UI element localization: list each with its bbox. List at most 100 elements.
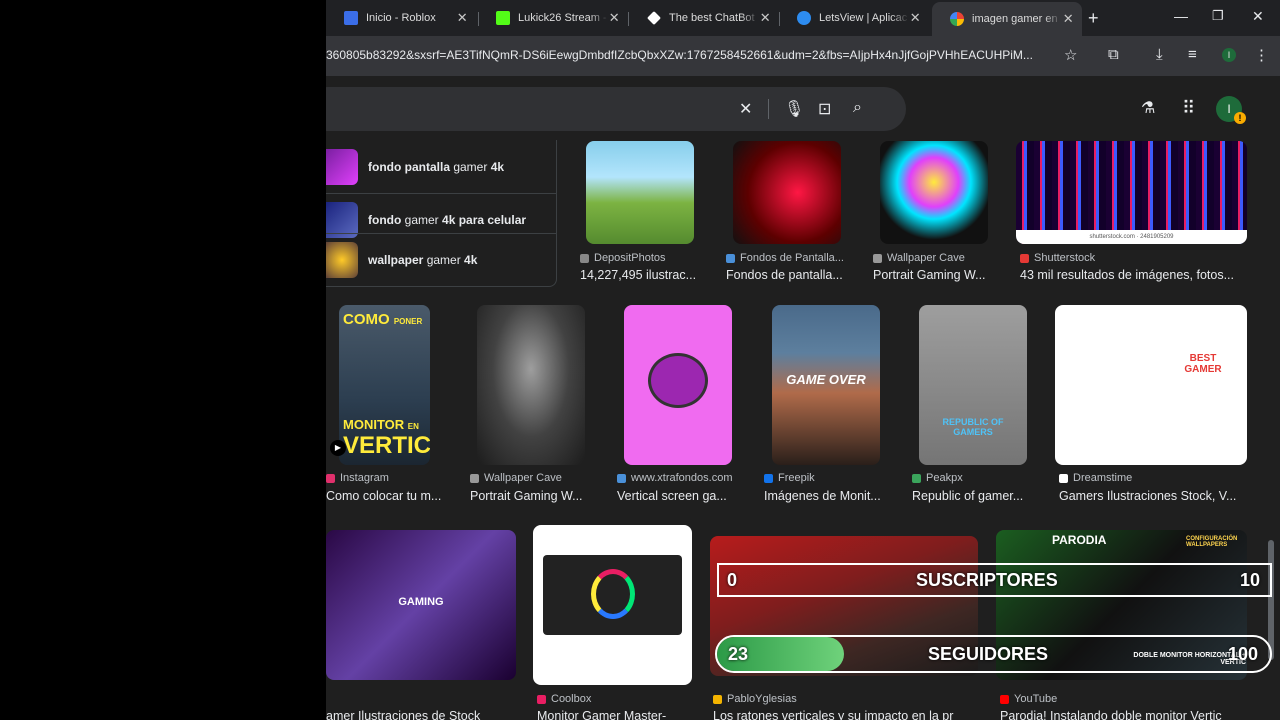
result-source[interactable]: Wallpaper Cave — [873, 252, 965, 264]
tab-google-images[interactable]: imagen gamer en ✕ — [932, 2, 1082, 36]
clear-icon[interactable]: ✕ — [739, 99, 752, 119]
result-source[interactable]: YouTube — [1000, 693, 1057, 705]
result-image[interactable]: REPUBLIC OF GAMERS — [919, 305, 1027, 465]
suggestion-tail: 4k — [464, 253, 478, 267]
source-label: DepositPhotos — [594, 252, 666, 264]
result-source[interactable]: Coolbox — [537, 693, 591, 705]
result-title[interactable]: amer Ilustraciones de Stock — [326, 709, 516, 720]
minimize-icon[interactable]: — — [1174, 8, 1188, 24]
suggestion-mid: gamer — [423, 253, 465, 267]
result-image[interactable] — [624, 305, 732, 465]
result-image[interactable] — [533, 525, 692, 685]
source-label: Instagram — [340, 472, 389, 484]
tab-chatbot[interactable]: The best ChatBot ✕ — [629, 5, 779, 31]
result-source[interactable]: Freepik — [764, 472, 815, 484]
result-image[interactable]: GAME OVER — [772, 305, 880, 465]
result-title[interactable]: Imágenes de Monit... — [764, 489, 888, 503]
source-label: Fondos de Pantalla... — [740, 252, 844, 264]
close-icon[interactable]: ✕ — [909, 10, 921, 26]
source-label: PabloYglesias — [727, 693, 797, 705]
result-image[interactable] — [586, 141, 694, 244]
media-control-icon[interactable]: ≡ — [1188, 46, 1197, 63]
page-scrollbar[interactable] — [1268, 540, 1274, 660]
new-tab-icon[interactable]: + — [1088, 8, 1099, 29]
close-icon[interactable]: ✕ — [759, 10, 771, 26]
result-title[interactable]: Gamers Ilustraciones Stock, V... — [1059, 489, 1251, 503]
result-source[interactable]: www.xtrafondos.com — [617, 472, 732, 484]
profile-icon[interactable]: I — [1222, 48, 1236, 62]
site-favicon — [617, 473, 626, 483]
result-image[interactable]: GAMING — [326, 530, 516, 680]
tab-strip: Inicio - Roblox ✕ Lukick26 Stream - ✕ Th… — [326, 0, 1280, 36]
bookmark-star-icon[interactable]: ☆ — [1064, 46, 1077, 64]
result-title[interactable]: 14,227,495 ilustrac... — [580, 268, 700, 282]
result-title[interactable]: 43 mil resultados de imágenes, fotos... — [1020, 268, 1246, 282]
suggestion-bold: wallpaper — [368, 253, 424, 267]
tab-roblox[interactable]: Inicio - Roblox ✕ — [326, 5, 476, 31]
result-source[interactable]: Wallpaper Cave — [470, 472, 562, 484]
lens-icon[interactable]: ⊡ — [818, 99, 831, 119]
search-icon[interactable]: ⌕ — [853, 99, 862, 117]
result-title[interactable]: Monitor Gamer Master- — [537, 709, 697, 720]
apps-grid-icon[interactable]: ⠿ — [1182, 98, 1195, 119]
play-icon: ▶ — [330, 440, 346, 456]
result-title[interactable]: Portrait Gaming W... — [470, 489, 594, 503]
suggestion-thumbnail — [326, 242, 358, 278]
result-source[interactable]: Shutterstock — [1020, 252, 1095, 264]
result-image[interactable] — [477, 305, 585, 465]
thumb-overlay-text: CONFIGURACIÓN WALLPAPERS — [1186, 536, 1238, 548]
result-image[interactable]: BEST GAMER — [1055, 305, 1247, 465]
result-title[interactable]: Republic of gamer... — [912, 489, 1036, 503]
suggestion-item[interactable]: wallpaper gamer 4k — [326, 233, 557, 286]
result-source[interactable]: Dreamstime — [1059, 472, 1132, 484]
tab-title: Lukick26 Stream - — [518, 12, 607, 24]
close-icon[interactable]: ✕ — [608, 10, 620, 26]
rgb-ring-icon — [591, 569, 635, 619]
monitor-image — [543, 555, 682, 635]
site-favicon — [537, 694, 546, 704]
microphone-icon[interactable]: 🎙 — [784, 99, 804, 119]
close-icon[interactable]: ✕ — [1062, 11, 1074, 27]
thumb-overlay-text: GAME OVER — [786, 372, 866, 387]
window-close-icon[interactable]: ✕ — [1252, 8, 1264, 25]
source-label: Wallpaper Cave — [484, 472, 562, 484]
search-input[interactable]: ✕ 🎙 ⊡ ⌕ — [326, 87, 906, 131]
tab-kick[interactable]: Lukick26 Stream - ✕ — [478, 5, 628, 31]
search-divider — [768, 99, 769, 119]
result-image[interactable] — [880, 141, 988, 244]
result-image[interactable]: COMO PONER MONITOR EN VERTICAL — [339, 305, 430, 465]
source-label: Freepik — [778, 472, 815, 484]
result-title[interactable]: Vertical screen ga... — [617, 489, 741, 503]
close-icon[interactable]: ✕ — [456, 10, 468, 26]
result-image[interactable] — [733, 141, 841, 244]
result-source[interactable]: DepositPhotos — [580, 252, 666, 264]
result-source[interactable]: Peakpx — [912, 472, 963, 484]
tab-letsview[interactable]: LetsView | Aplicac ✕ — [779, 5, 929, 31]
menu-icon[interactable]: ⋮ — [1254, 46, 1269, 64]
labs-flask-icon[interactable]: ⚗ — [1141, 98, 1155, 118]
source-label: Coolbox — [551, 693, 592, 705]
result-title[interactable]: Fondos de pantalla... — [726, 268, 850, 282]
result-title[interactable]: Parodia! Instalando doble monitor Vertic — [1000, 709, 1250, 720]
result-title[interactable]: Portrait Gaming W... — [873, 268, 997, 282]
restore-icon[interactable]: ❐ — [1212, 8, 1224, 24]
suggestion-mid: gamer — [450, 159, 491, 174]
warning-badge-icon: ! — [1234, 112, 1246, 124]
suggestion-item[interactable]: fondo pantalla gamer 4k — [326, 140, 557, 193]
result-source[interactable]: Fondos de Pantalla... — [726, 252, 844, 264]
thumb-overlay-text: GAMING — [398, 596, 444, 608]
source-label: Shutterstock — [1034, 252, 1096, 264]
result-title[interactable]: Como colocar tu m... — [326, 489, 444, 503]
result-title[interactable]: Los ratones verticales y su impacto en l… — [713, 709, 963, 720]
suggestion-tail: 4k — [490, 159, 505, 174]
source-label: YouTube — [1014, 693, 1058, 705]
url-field[interactable]: 360805b83292&sxsrf=AE3TifNQmR-DS6iEewgDm… — [326, 48, 1033, 62]
screen-left-black-area — [0, 0, 326, 720]
extensions-icon[interactable]: ⧉ — [1108, 46, 1119, 63]
download-icon[interactable]: ⤓ — [1156, 46, 1163, 63]
result-image[interactable]: shutterstock.com · 2481905209 — [1016, 141, 1247, 244]
related-searches: fondo pantalla gamer 4k fondo gamer 4k p… — [326, 140, 557, 287]
result-source[interactable]: PabloYglesias — [713, 693, 797, 705]
suggestion-tail: 4k para celular — [442, 213, 527, 227]
result-source[interactable]: Instagram — [326, 472, 389, 484]
